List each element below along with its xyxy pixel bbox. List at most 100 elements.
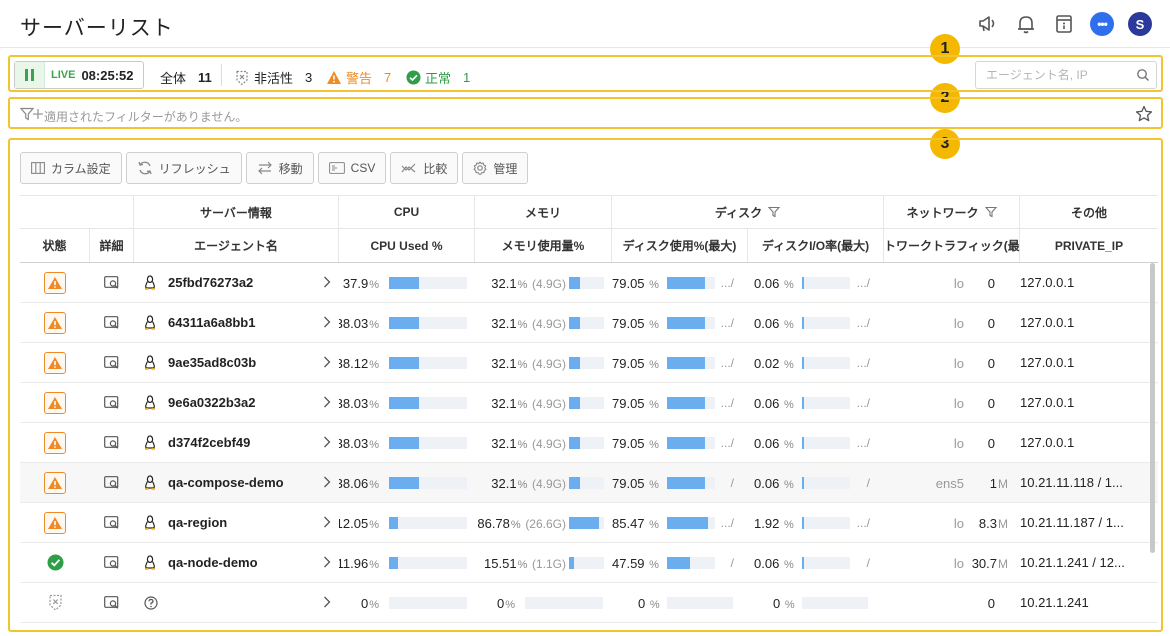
agent-name-cell[interactable]: d374f2cebf49 <box>134 423 339 463</box>
detail-cell[interactable] <box>90 263 134 303</box>
traffic-value: 0 <box>987 395 995 411</box>
csv-button[interactable]: CSV <box>317 152 387 184</box>
io-bar <box>802 316 850 329</box>
agent-name-cell[interactable]: 64311a6a8bb1 <box>134 303 339 343</box>
table-row[interactable]: qa-region 12.05% 86.78% (26.6G) 85.47 % .../… <box>20 503 1158 543</box>
status-cell <box>20 343 90 383</box>
mem-value-wrap: 32.1% (4.9G) <box>491 316 566 331</box>
detail-cell[interactable] <box>90 303 134 343</box>
detail-view-icon[interactable] <box>103 555 121 570</box>
chevron-right-icon[interactable] <box>323 516 331 528</box>
disk-value-wrap: 79.05 % <box>612 476 659 491</box>
agent-name-cell[interactable]: qa-region <box>134 503 339 543</box>
agent-name[interactable]: 9ae35ad8c03b <box>168 355 256 370</box>
compare-icon <box>401 163 416 173</box>
column-disk-used[interactable]: ディスク使用%(最大) <box>612 229 748 262</box>
column-detail[interactable]: 詳細 <box>90 229 134 262</box>
chevron-right-icon[interactable] <box>323 356 331 368</box>
table-row[interactable]: 0% 0% 0 % 0 % 0 10.21.1.241 <box>20 583 1158 623</box>
table-row[interactable]: 64311a6a8bb1 38.03% 32.1% (4.9G) 79.05 %...… <box>20 303 1158 343</box>
agent-name[interactable]: 9e6a0322b3a2 <box>168 395 255 410</box>
column-memory-used[interactable]: メモリ使用量% <box>475 229 612 262</box>
info-icon[interactable] <box>1052 12 1076 36</box>
agent-name-cell[interactable] <box>134 583 339 623</box>
no-filter-text[interactable]: 適用されたフィルターがありません。 <box>44 108 247 125</box>
column-disk-io[interactable]: ディスクI/O率(最大) <box>748 229 884 262</box>
inactive-count-filter[interactable]: 非活性 3 <box>234 68 312 87</box>
chevron-right-icon[interactable] <box>323 476 331 488</box>
detail-cell[interactable] <box>90 503 134 543</box>
agent-name-cell[interactable]: qa-compose-demo <box>134 463 339 503</box>
megaphone-icon[interactable] <box>976 12 1000 36</box>
detail-view-icon[interactable] <box>103 315 121 330</box>
chevron-right-icon[interactable] <box>323 396 331 408</box>
table-row[interactable]: 25fbd76273a2 37.9% 32.1% (4.9G) 79.05 % .../… <box>20 263 1158 303</box>
detail-view-icon[interactable] <box>103 355 121 370</box>
agent-name-cell[interactable]: 9ae35ad8c03b <box>134 343 339 383</box>
detail-view-icon[interactable] <box>103 435 121 450</box>
chevron-right-icon[interactable] <box>323 316 331 328</box>
detail-cell[interactable] <box>90 343 134 383</box>
detail-cell[interactable] <box>90 383 134 423</box>
traffic-value: 1 <box>989 475 997 491</box>
filter-icon[interactable] <box>768 206 781 218</box>
chevron-right-icon[interactable] <box>323 556 331 568</box>
table-row[interactable]: 9ae35ad8c03b 38.12% 32.1% (4.9G) 79.05 %...… <box>20 343 1158 383</box>
chat-icon[interactable]: ••• <box>1090 12 1114 36</box>
detail-view-icon[interactable] <box>103 275 121 290</box>
search-icon[interactable] <box>1136 68 1150 82</box>
column-cpu-used[interactable]: CPU Used % <box>339 229 475 262</box>
normal-count-filter[interactable]: 正常 1 <box>406 68 470 87</box>
agent-name-cell[interactable]: 9e6a0322b3a2 <box>134 383 339 423</box>
agent-name[interactable]: qa-node-demo <box>168 555 258 570</box>
detail-cell[interactable] <box>90 423 134 463</box>
agent-name[interactable]: qa-compose-demo <box>168 475 284 490</box>
pause-icon[interactable] <box>15 62 45 88</box>
group-header-network[interactable]: ネットワーク <box>884 196 1020 228</box>
agent-name[interactable]: d374f2cebf49 <box>168 435 250 450</box>
table-row[interactable]: d374f2cebf49 38.03% 32.1% (4.9G) 79.05 %...… <box>20 423 1158 463</box>
agent-name-cell[interactable]: qa-node-demo <box>134 543 339 583</box>
star-icon[interactable] <box>1135 105 1153 123</box>
move-button[interactable]: 移動 <box>245 152 314 184</box>
agent-search-box[interactable] <box>975 61 1157 89</box>
detail-view-icon[interactable] <box>103 595 121 610</box>
detail-view-icon[interactable] <box>103 515 121 530</box>
add-filter-icon[interactable] <box>32 108 44 120</box>
table-row[interactable]: qa-compose-demo 38.06% 32.1% (4.9G) 79.05 %… <box>20 463 1158 503</box>
column-status[interactable]: 状態 <box>20 229 90 262</box>
private-ip: 127.0.0.1 <box>1020 355 1075 370</box>
warning-count-filter[interactable]: 警告 7 <box>326 68 391 87</box>
total-count-filter[interactable]: 全体 11 <box>160 68 212 87</box>
group-header-disk[interactable]: ディスク <box>612 196 884 228</box>
table-row[interactable]: qa-node-demo 11.96% 15.51% (1.1G) 47.59 %/0… <box>20 543 1158 583</box>
bell-icon[interactable] <box>1014 12 1038 36</box>
agent-name[interactable]: qa-region <box>168 515 227 530</box>
column-agent-name[interactable]: エージェント名 <box>134 229 339 262</box>
manage-button[interactable]: 管理 <box>462 152 529 184</box>
column-settings-button[interactable]: カラム設定 <box>20 152 122 184</box>
compare-button[interactable]: 比較 <box>390 152 459 184</box>
detail-cell[interactable] <box>90 583 134 623</box>
chevron-right-icon[interactable] <box>323 276 331 288</box>
detail-view-icon[interactable] <box>103 475 121 490</box>
cpu-value: 11.96 <box>339 555 369 571</box>
user-avatar[interactable]: S <box>1128 12 1152 36</box>
detail-cell[interactable] <box>90 463 134 503</box>
detail-view-icon[interactable] <box>103 395 121 410</box>
live-toggle[interactable]: LIVE 08:25:52 <box>14 61 144 89</box>
agent-name[interactable]: 64311a6a8bb1 <box>168 315 255 330</box>
column-network-traffic[interactable]: トワークトラフィック(最 <box>884 229 1020 262</box>
chevron-right-icon[interactable] <box>323 596 331 608</box>
detail-cell[interactable] <box>90 543 134 583</box>
agent-name[interactable]: 25fbd76273a2 <box>168 275 253 290</box>
column-private-ip[interactable]: PRIVATE_IP <box>1020 229 1158 262</box>
search-input[interactable] <box>986 68 1136 82</box>
refresh-button[interactable]: リフレッシュ <box>125 152 242 184</box>
filter-icon[interactable] <box>984 206 997 218</box>
agent-name-cell[interactable]: 25fbd76273a2 <box>134 263 339 303</box>
table-row[interactable]: 9e6a0322b3a2 38.03% 32.1% (4.9G) 79.05 %...… <box>20 383 1158 423</box>
chevron-right-icon[interactable] <box>323 436 331 448</box>
vertical-scrollbar[interactable] <box>1150 263 1155 553</box>
page-header: サーバーリスト ••• S <box>0 0 1170 48</box>
